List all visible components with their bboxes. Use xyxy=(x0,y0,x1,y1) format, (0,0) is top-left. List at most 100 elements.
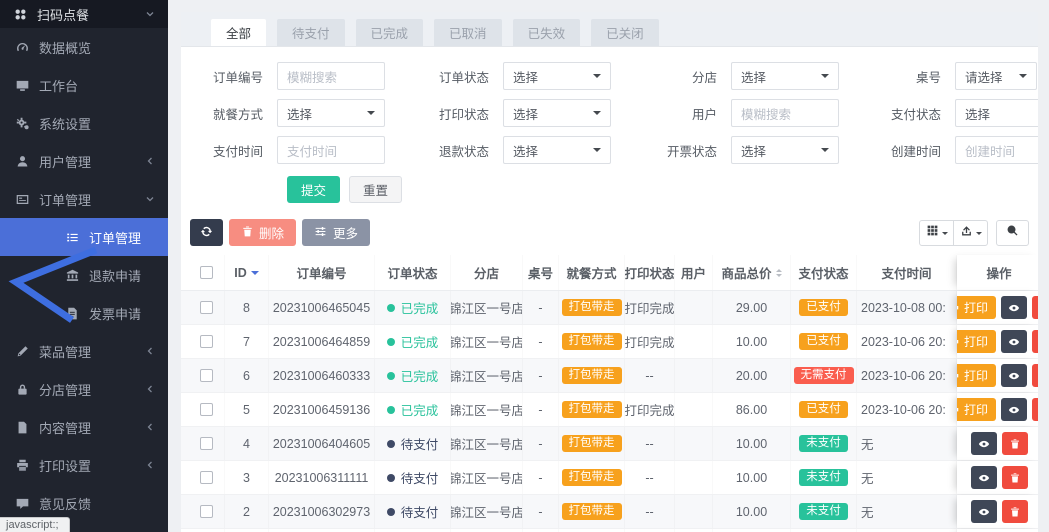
print-button[interactable]: 打印 xyxy=(957,296,996,319)
pay-status-badge: 已支付 xyxy=(799,333,848,351)
cell-pay_time: 2023-10-06 20: xyxy=(857,393,957,426)
filter-input-订单编号[interactable]: 模糊搜索 xyxy=(277,62,385,90)
filter-select-就餐方式[interactable]: 选择 xyxy=(277,99,385,127)
caret-down-icon xyxy=(1019,74,1027,82)
cell-print_status: -- xyxy=(625,427,675,460)
sidebar-item-label: 数据概览 xyxy=(39,38,91,57)
sidebar-item-list-5[interactable]: 订单管理 xyxy=(0,218,168,256)
sidebar-item-pen-8[interactable]: 菜品管理 xyxy=(0,332,168,370)
tab-2[interactable]: 已完成 xyxy=(356,19,424,46)
cell-total: 29.00 xyxy=(713,291,791,324)
cell-text: 5 xyxy=(243,403,250,417)
tab-3[interactable]: 已取消 xyxy=(434,19,502,46)
column-header-total[interactable]: 商品总价 xyxy=(713,255,791,290)
column-header-branch: 分店 xyxy=(451,255,523,290)
filter-select-开票状态[interactable]: 选择 xyxy=(731,136,839,164)
column-header-id[interactable]: ID xyxy=(225,255,269,290)
sidebar-item-bank-6[interactable]: 退款申请 xyxy=(0,256,168,294)
filter-select-退款状态[interactable]: 选择 xyxy=(503,136,611,164)
row-checkbox[interactable] xyxy=(200,437,213,450)
view-button[interactable] xyxy=(971,466,997,489)
view-button[interactable] xyxy=(1001,296,1027,319)
export-icon xyxy=(960,224,973,242)
caret-down-icon xyxy=(976,232,982,238)
cell-text: 无 xyxy=(861,468,874,487)
filter-select-订单状态[interactable]: 选择 xyxy=(503,62,611,90)
cell-pay_status: 未支付 xyxy=(791,427,857,460)
sidebar-item-user-3[interactable]: 用户管理 xyxy=(0,142,168,180)
view-button[interactable] xyxy=(1001,398,1027,421)
cell-text: 打印完成 xyxy=(625,332,675,351)
row-checkbox[interactable] xyxy=(200,335,213,348)
filter-input-用户[interactable]: 模糊搜索 xyxy=(731,99,839,127)
view-button[interactable] xyxy=(971,500,997,523)
filter-select-打印状态[interactable]: 选择 xyxy=(503,99,611,127)
cell-text: -- xyxy=(645,505,653,519)
row-delete-button[interactable] xyxy=(1002,500,1028,523)
cell-print_status: -- xyxy=(625,461,675,494)
row-checkbox[interactable] xyxy=(200,369,213,382)
filter-input-支付时间[interactable]: 支付时间 xyxy=(277,136,385,164)
select-value: 选择 xyxy=(513,141,538,160)
tab-1[interactable]: 待支付 xyxy=(277,19,345,46)
print-button[interactable]: 打印 xyxy=(957,398,996,421)
print-button[interactable]: 打印 xyxy=(957,330,996,353)
cell-id: 5 xyxy=(225,393,269,426)
cell-text: 锦江区一号店 xyxy=(451,502,523,521)
search-button[interactable] xyxy=(996,220,1029,246)
refresh-button[interactable] xyxy=(190,219,223,246)
tab-0[interactable]: 全部 xyxy=(211,19,266,46)
row-delete-button[interactable] xyxy=(1002,432,1028,455)
input-placeholder: 支付时间 xyxy=(287,141,337,160)
row-delete-button[interactable] xyxy=(1032,398,1038,421)
row-delete-button[interactable] xyxy=(1032,330,1038,353)
row-delete-button[interactable] xyxy=(1032,364,1038,387)
cell-branch: 锦江区一号店 xyxy=(451,291,523,324)
cell-table_no: - xyxy=(523,291,559,324)
filter-select-桌号[interactable]: 请选择 xyxy=(955,62,1037,90)
sidebar-item-card-4[interactable]: 订单管理 xyxy=(0,180,168,218)
cell-id: 6 xyxy=(225,359,269,392)
columns-dropdown-button[interactable] xyxy=(919,220,954,246)
sidebar-item-file-10[interactable]: 内容管理 xyxy=(0,408,168,446)
delete-button[interactable]: 删除 xyxy=(229,219,296,246)
row-checkbox[interactable] xyxy=(200,403,213,416)
brand[interactable]: 扫码点餐 xyxy=(0,0,168,28)
cell-text: - xyxy=(538,301,542,315)
print-label: 打印 xyxy=(964,333,988,350)
reset-button[interactable]: 重置 xyxy=(349,176,402,203)
filter-input-创建时间[interactable]: 创建时间 xyxy=(955,136,1038,164)
row-delete-button[interactable] xyxy=(1002,466,1028,489)
sidebar-item-label: 用户管理 xyxy=(39,152,91,171)
status-dot xyxy=(387,440,395,448)
dining-badge: 打包带走 xyxy=(562,299,622,317)
sidebar-item-gears-2[interactable]: 系统设置 xyxy=(0,104,168,142)
cell-pay_status: 未支付 xyxy=(791,461,857,494)
dining-badge: 打包带走 xyxy=(562,333,622,351)
filter-select-分店[interactable]: 选择 xyxy=(731,62,839,90)
export-dropdown-button[interactable] xyxy=(953,220,988,246)
sidebar-item-dashboard-0[interactable]: 数据概览 xyxy=(0,28,168,66)
status-text: 待支付 xyxy=(401,468,439,487)
row-checkbox[interactable] xyxy=(200,301,213,314)
row-checkbox[interactable] xyxy=(200,505,213,518)
status-dot xyxy=(387,406,395,414)
row-delete-button[interactable] xyxy=(1032,296,1038,319)
sidebar-item-invoice-7[interactable]: 发票申请 xyxy=(0,294,168,332)
sidebar-item-printer-11[interactable]: 打印设置 xyxy=(0,446,168,484)
view-button[interactable] xyxy=(1001,364,1027,387)
sidebar-item-desktop-1[interactable]: 工作台 xyxy=(0,66,168,104)
sidebar-item-lock-9[interactable]: 分店管理 xyxy=(0,370,168,408)
print-button[interactable]: 打印 xyxy=(957,364,996,387)
tab-5[interactable]: 已关闭 xyxy=(591,19,659,46)
row-checkbox[interactable] xyxy=(200,471,213,484)
more-button[interactable]: 更多 xyxy=(302,219,370,246)
tab-4[interactable]: 已失效 xyxy=(513,19,581,46)
cell-pay_time: 无 xyxy=(857,427,957,460)
view-button[interactable] xyxy=(971,432,997,455)
invoice-icon xyxy=(64,305,80,321)
view-button[interactable] xyxy=(1001,330,1027,353)
select-all-checkbox[interactable] xyxy=(200,266,213,279)
submit-button[interactable]: 提交 xyxy=(287,176,340,203)
filter-select-支付状态[interactable]: 选择 xyxy=(955,99,1038,127)
